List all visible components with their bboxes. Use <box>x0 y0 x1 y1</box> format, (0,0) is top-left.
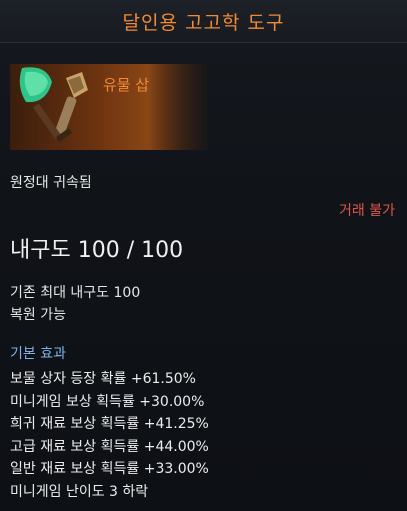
effect-item: 보물 상자 등장 확률 +61.50% <box>10 371 196 387</box>
effect-item: 희귀 재료 보상 획득률 +41.25% <box>10 416 209 433</box>
item-name: 달인용 고고학 도구 <box>122 11 285 34</box>
durability-value: 내구도 100 / 100 <box>10 238 184 263</box>
effect-item: 미니게임 보상 획득률 +30.00% <box>10 393 205 410</box>
effects-list: 보물 상자 등장 확률 +61.50% 미니게임 보상 획득률 +30.00% … <box>10 368 209 504</box>
effect-item: 고급 재료 보상 획득률 +44.00% <box>10 438 209 455</box>
binding-status: 원정대 귀속됨 <box>10 175 92 191</box>
item-tooltip: 달인용 고고학 도구 유물 삽 원정대 귀속됨 거래 불가 내구도 100 / … <box>0 0 407 511</box>
repair-status: 복원 가능 <box>10 307 66 323</box>
effects-heading: 기본 효과 <box>10 346 66 362</box>
shovel-and-brush-icon <box>16 62 98 146</box>
item-grade: 유물 삽 <box>103 76 150 94</box>
max-durability: 기존 최대 내구도 100 <box>10 285 141 301</box>
effect-item: 미니게임 난이도 3 하락 <box>10 483 149 500</box>
effect-item: 일반 재료 보상 획득률 +33.00% <box>10 461 209 478</box>
trade-status: 거래 불가 <box>339 203 395 219</box>
tooltip-header: 달인용 고고학 도구 <box>0 0 407 43</box>
